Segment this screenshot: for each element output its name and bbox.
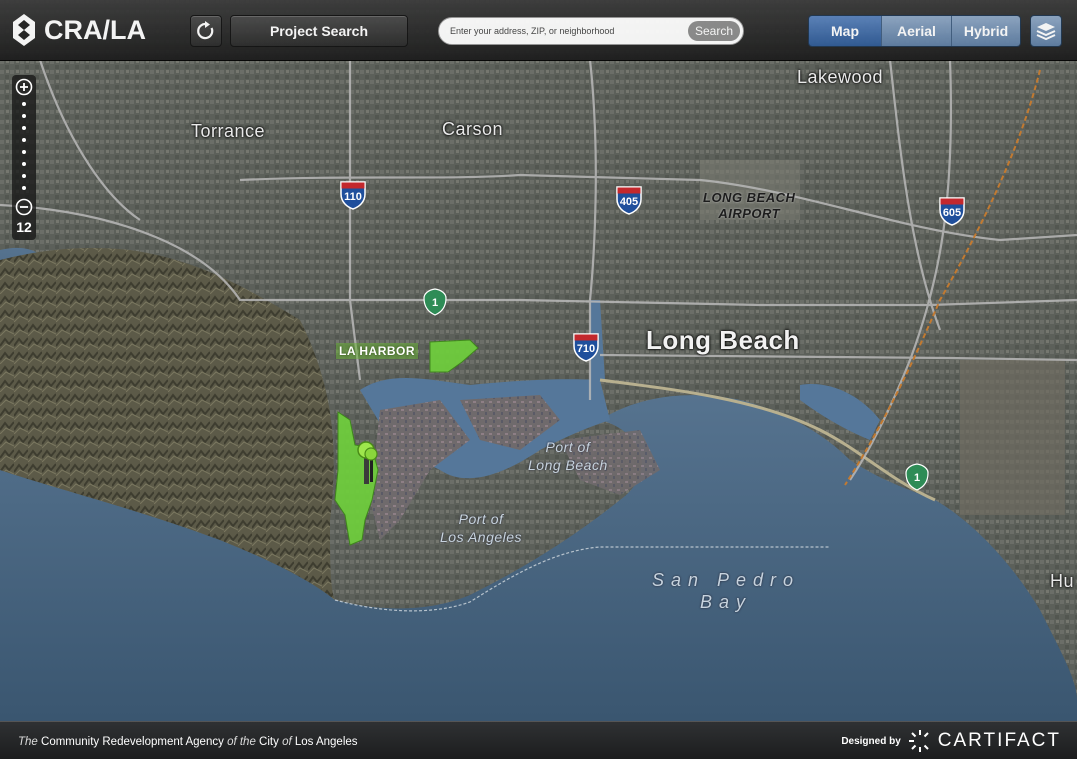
- zoom-step[interactable]: [22, 138, 26, 142]
- label-hu: Hu: [1050, 571, 1075, 591]
- agency-credit[interactable]: The Community Redevelopment Agency of th…: [18, 736, 358, 748]
- project-search-button[interactable]: Project Search: [230, 15, 408, 47]
- map-pin-icon[interactable]: [355, 438, 381, 486]
- map-type-switcher: Map Aerial Hybrid: [808, 15, 1021, 47]
- zoom-in-icon[interactable]: [15, 78, 33, 96]
- map-type-aerial-button[interactable]: Aerial: [882, 16, 952, 46]
- label-airport: LONG BEACH AIRPORT: [703, 190, 796, 221]
- top-toolbar: CRA/LA Project Search Search Map Aerial …: [0, 0, 1077, 61]
- refresh-icon: [197, 21, 214, 40]
- zoom-level-readout: 12: [16, 219, 32, 235]
- zoom-step[interactable]: [22, 150, 26, 154]
- logo-text: CRA/LA: [44, 14, 146, 45]
- address-search: Search: [438, 17, 744, 45]
- zoom-step[interactable]: [22, 162, 26, 166]
- footer-bar: The Community Redevelopment Agency of th…: [0, 721, 1077, 759]
- cra-la-logo[interactable]: CRA/LA: [12, 13, 146, 47]
- map-type-hybrid-button[interactable]: Hybrid: [952, 16, 1020, 46]
- designed-by-label: Designed by: [841, 735, 901, 747]
- layers-icon: [1036, 23, 1056, 41]
- zoom-step[interactable]: [22, 126, 26, 130]
- label-carson: Carson: [442, 119, 504, 139]
- interstate-710-shield: 710: [572, 332, 600, 362]
- cra-la-logo-icon: [13, 14, 35, 46]
- label-long-beach: Long Beach: [646, 325, 800, 355]
- zoom-control: 12: [12, 75, 36, 240]
- label-la-harbor[interactable]: LA HARBOR: [336, 343, 419, 359]
- designer-credit[interactable]: Designed by CARTIFACT: [841, 728, 1061, 754]
- search-button[interactable]: Search: [688, 21, 740, 41]
- zoom-out-icon[interactable]: [15, 198, 33, 216]
- cartifact-wordmark: CARTIFACT: [937, 730, 1061, 751]
- map-type-map-button[interactable]: Map: [809, 16, 882, 46]
- label-port-of-long-beach: Port of Long Beach: [528, 439, 608, 473]
- layers-button[interactable]: [1030, 15, 1062, 47]
- interstate-110-shield: 110: [339, 180, 367, 210]
- zoom-step[interactable]: [22, 114, 26, 118]
- label-san-pedro-bay: San Pedro Bay: [652, 570, 801, 612]
- cartifact-logo-icon: [908, 730, 929, 752]
- map-canvas[interactable]: Torrance Carson Lakewood Long Beach Hu L…: [0, 0, 1077, 758]
- interstate-405-shield: 405: [615, 185, 643, 215]
- label-lakewood: Lakewood: [797, 67, 884, 87]
- zoom-step[interactable]: [22, 102, 26, 106]
- interstate-605-shield: 605: [938, 196, 966, 226]
- label-port-of-los-angeles: Port of Los Angeles: [440, 511, 523, 545]
- state-route-1-shield: 1: [904, 463, 930, 491]
- aerial-imagery: [0, 0, 1077, 758]
- state-route-1-shield: 1: [422, 288, 448, 316]
- refresh-button[interactable]: [190, 15, 222, 47]
- label-torrance: Torrance: [191, 121, 266, 141]
- zoom-step[interactable]: [22, 186, 26, 190]
- zoom-step[interactable]: [22, 174, 26, 178]
- address-search-input[interactable]: [450, 23, 678, 39]
